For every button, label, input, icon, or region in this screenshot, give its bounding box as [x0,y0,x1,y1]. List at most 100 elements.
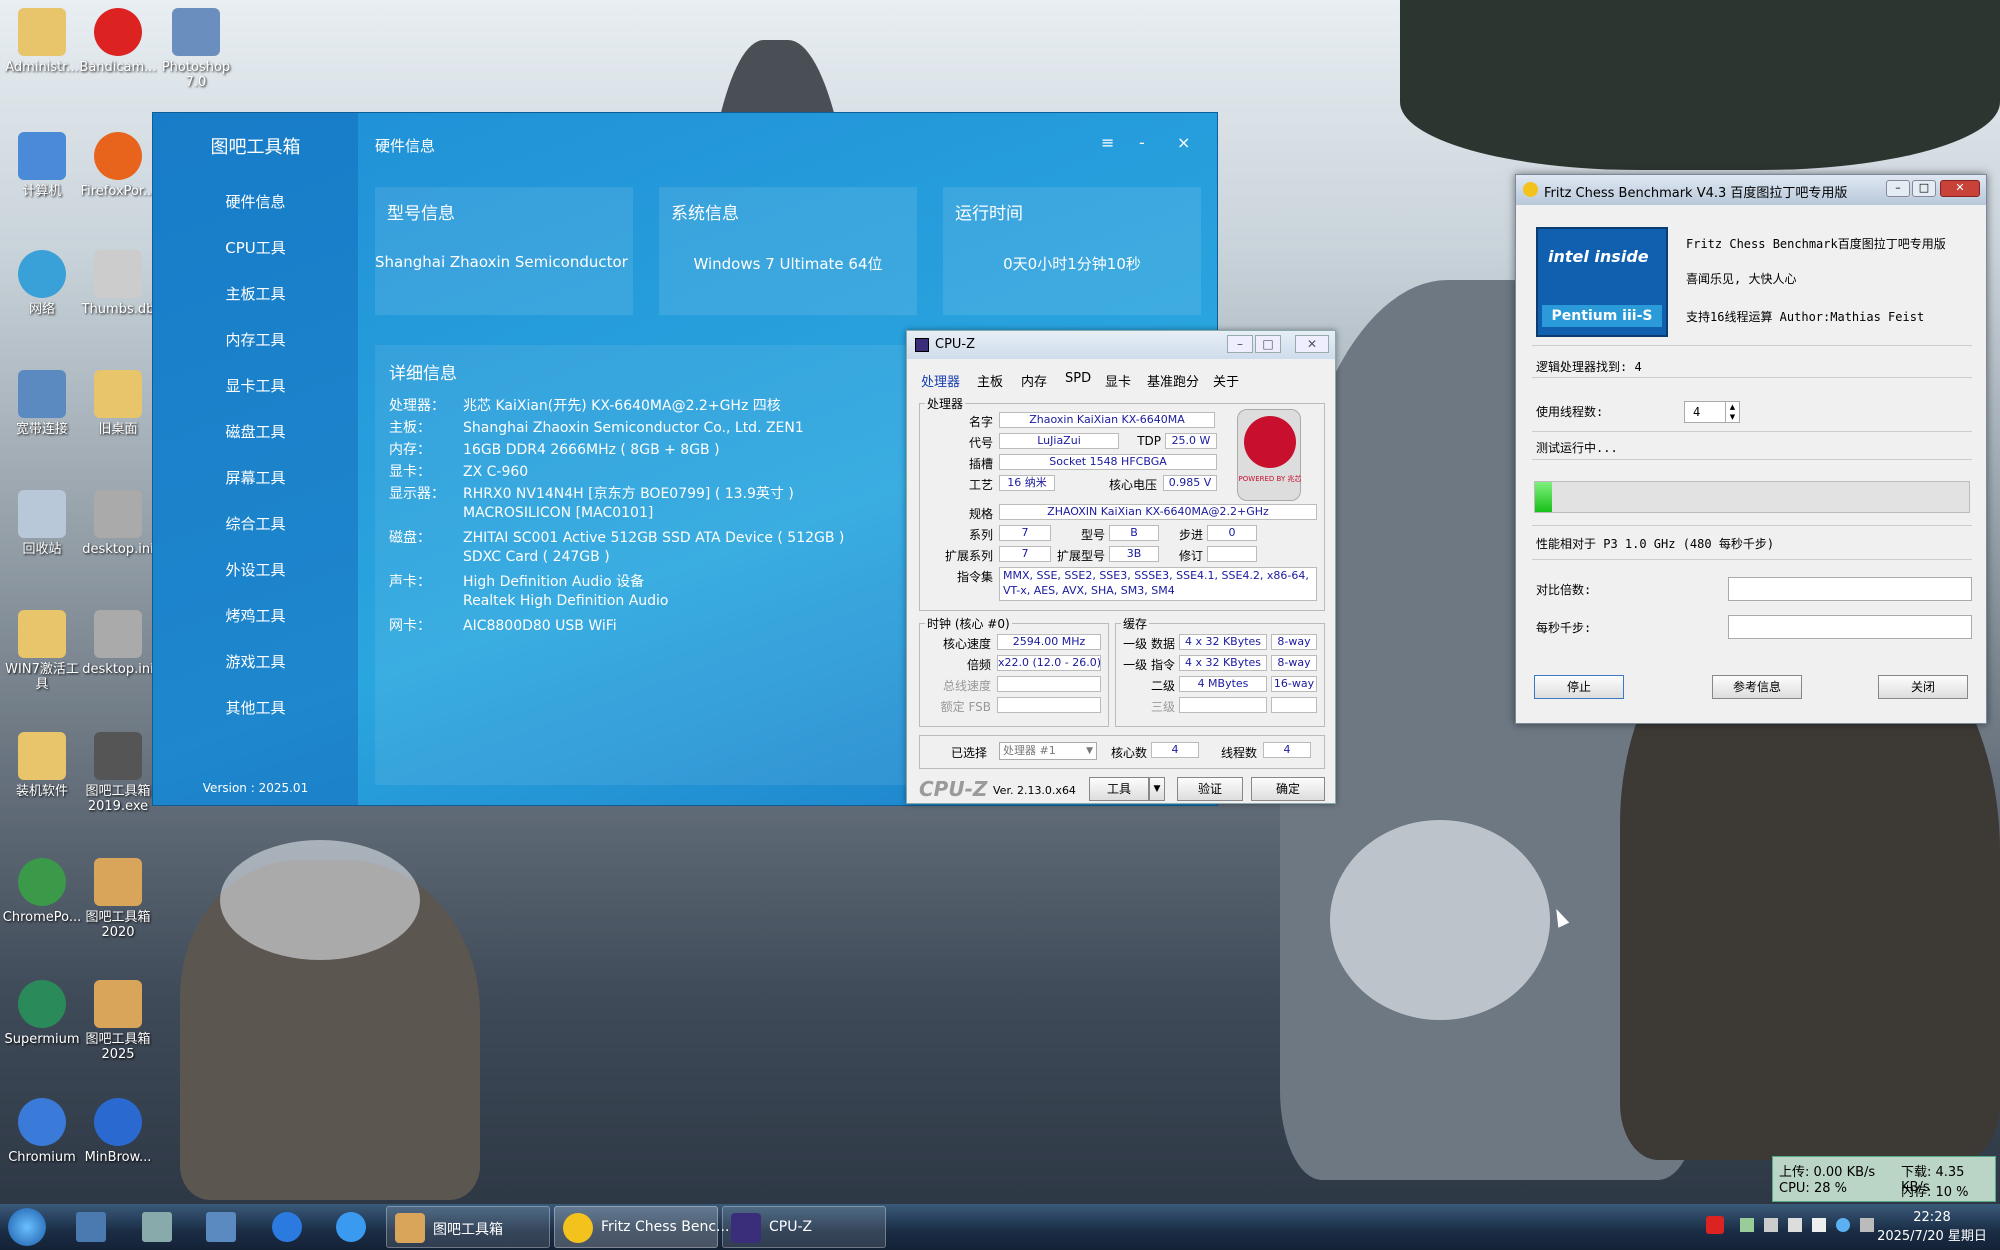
detail-row: MACROSILICON [MAC0101] [389,505,653,521]
card-uptime: 运行时间 0天0小时1分钟10秒 [943,187,1201,315]
sidebar-item-peripheral[interactable]: 外设工具 [153,559,358,580]
browser-icon[interactable] [336,1212,366,1242]
desktop-icon-toolbox-2020[interactable]: 图吧工具箱2020 [76,858,160,940]
tab-memory[interactable]: 内存 [1021,371,1047,390]
tray-icon[interactable] [1740,1218,1754,1232]
start-button[interactable] [8,1208,46,1246]
stop-button[interactable]: 停止 [1534,675,1624,699]
detail-row: 网卡： AIC8800D80 USB WiFi [389,615,617,635]
chevron-down-icon: ▼ [1153,784,1161,794]
maximize-button[interactable]: □ [1255,335,1281,353]
value-threads: 4 [1263,742,1311,758]
ratio-label: 对比倍数: [1536,583,1592,597]
tab-bench[interactable]: 基准跑分 [1147,371,1199,390]
desktop-icon-chromium[interactable]: Chromium [0,1098,84,1165]
desktop-icon-desktop-ini-2[interactable]: desktop.ini [76,610,160,677]
show-desktop-icon[interactable] [76,1212,106,1242]
label-instructions: 指令集 [956,570,993,584]
sidebar-item-games[interactable]: 游戏工具 [153,651,358,672]
sidebar-item-disk[interactable]: 磁盘工具 [153,421,358,442]
desktop-icon-toolbox-2019[interactable]: 图吧工具箱2019.exe [76,732,160,814]
processor-select[interactable]: 处理器 #1 ▼ [999,742,1097,760]
memory-usage: 内存: 10 % [1901,1185,1969,1200]
power-icon[interactable] [1788,1218,1802,1232]
desktop-icon-supermium[interactable]: Supermium [0,980,84,1047]
tab-mainboard[interactable]: 主板 [977,371,1003,390]
sidebar-item-hardware[interactable]: 硬件信息 [153,191,358,212]
desktop-icon-broadband[interactable]: 宽带连接 [0,370,84,437]
threads-stepper[interactable]: 4 ▲ ▼ [1684,401,1740,423]
desktop-icon-photoshop[interactable]: Photoshop 7.0 [154,8,238,90]
bluetooth-icon[interactable] [1836,1218,1850,1232]
sidebar-item-general[interactable]: 综合工具 [153,513,358,534]
status-text: 测试运行中... [1536,441,1618,455]
desktop-icon-win7-activator[interactable]: WIN7激活工具 [0,610,84,692]
close-button[interactable]: ✕ [1295,335,1329,353]
label-cores: 核心数 [1110,746,1147,760]
minimize-button[interactable]: - [1139,133,1145,152]
ime-icon[interactable] [1706,1216,1724,1234]
sidebar-item-gpu[interactable]: 显卡工具 [153,375,358,396]
taskbar-app-cpuz[interactable]: CPU-Z [722,1206,886,1248]
detail-key: 声卡： [389,574,431,590]
ok-button[interactable]: 确定 [1251,777,1325,801]
volume-icon[interactable] [1812,1218,1826,1232]
desktop-icon-bandicam[interactable]: Bandicam... [76,8,160,75]
minimize-button[interactable]: – [1886,180,1910,197]
fritz-titlebar[interactable]: Fritz Chess Benchmark V4.3 百度图拉丁吧专用版 – □… [1516,175,1986,205]
chromium-icon[interactable] [272,1212,302,1242]
desktop-icon-firefox[interactable]: FirefoxPor... [76,132,160,199]
sidebar-item-screen[interactable]: 屏幕工具 [153,467,358,488]
taskbar-app-fritz[interactable]: Fritz Chess Benc... [554,1206,729,1248]
value-spec: ZHAOXIN KaiXian KX-6640MA@2.2+GHz [999,504,1317,520]
desktop-icon-admin[interactable]: Administr... [0,8,84,75]
validate-button[interactable]: 验证 [1177,777,1243,801]
info-line-1: Fritz Chess Benchmark百度图拉丁吧专用版 [1686,237,1946,251]
tab-processor[interactable]: 处理器 [921,371,960,390]
sidebar-item-motherboard[interactable]: 主板工具 [153,283,358,304]
value-process: 16 纳米 [999,475,1055,491]
value-stepping: 0 [1207,525,1257,541]
sidebar-item-cpu[interactable]: CPU工具 [153,237,358,258]
tab-graphics[interactable]: 显卡 [1105,371,1131,390]
value-family: 7 [999,525,1051,541]
tools-dropdown-button[interactable]: ▼ [1149,777,1165,801]
desktop-icon-recycle-bin[interactable]: 回收站 [0,490,84,557]
clock[interactable]: 22:28 2025/7/20 星期日 [1870,1208,1994,1246]
reference-info-button[interactable]: 参考信息 [1712,675,1802,699]
detail-title: 详细信息 [389,364,457,384]
desktop-icon-chrome[interactable]: ChromePo... [0,858,84,925]
close-button[interactable]: × [1177,133,1190,152]
close-dialog-button[interactable]: 关闭 [1878,675,1968,699]
stepper-arrows[interactable]: ▲ ▼ [1725,402,1739,422]
desktop-icon-computer[interactable]: 计算机 [0,132,84,199]
desktop-icon-install-software[interactable]: 装机软件 [0,732,84,799]
tab-about[interactable]: 关于 [1213,371,1239,390]
tab-spd[interactable]: SPD [1065,371,1091,386]
minimize-button[interactable]: – [1227,335,1253,353]
cpuz-titlebar[interactable]: CPU-Z – □ ✕ [907,331,1335,359]
desktop-icon-toolbox-2025[interactable]: 图吧工具箱2025 [76,980,160,1062]
cpu-usage: CPU: 28 % [1779,1181,1847,1196]
card-title: 运行时间 [955,204,1023,224]
taskbar-app-toolbox[interactable]: 图吧工具箱 [386,1206,550,1248]
desktop-icon-thumbs[interactable]: Thumbs.db [76,250,160,317]
sidebar-item-other[interactable]: 其他工具 [153,697,358,718]
sidebar-item-memory[interactable]: 内存工具 [153,329,358,350]
explorer-icon[interactable] [142,1212,172,1242]
value-tdp: 25.0 W [1165,433,1217,449]
tools-button[interactable]: 工具 [1089,777,1149,801]
network-icon[interactable] [206,1212,236,1242]
label-spec: 规格 [968,507,993,521]
sidebar-item-stress[interactable]: 烤鸡工具 [153,605,358,626]
menu-icon[interactable]: ≡ [1101,133,1114,152]
close-button[interactable]: ✕ [1940,180,1980,197]
detail-key: 处理器： [389,398,445,414]
usb-icon[interactable] [1764,1218,1778,1232]
desktop-icon-old-desktop[interactable]: 旧桌面 [76,370,160,437]
detail-value: ZHITAI SC001 Active 512GB SSD ATA Device… [463,530,845,546]
desktop-icon-minbrowser[interactable]: MinBrow... [76,1098,160,1165]
maximize-button[interactable]: □ [1912,180,1936,197]
desktop-icon-desktop-ini-1[interactable]: desktop.ini [76,490,160,557]
desktop-icon-network[interactable]: 网络 [0,250,84,317]
